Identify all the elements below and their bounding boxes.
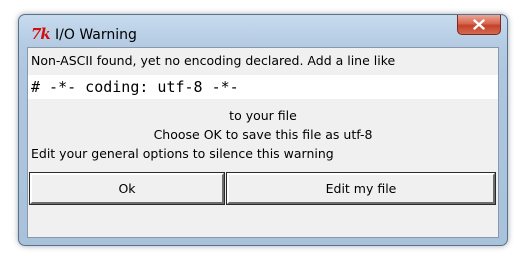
message-line-4: Edit your general options to silence thi… [31,146,334,161]
message-line-2: to your file [229,108,297,123]
message-line-3: Choose OK to save this file as utf-8 [153,127,373,142]
edit-my-file-button[interactable]: Edit my file [226,172,496,205]
close-button[interactable] [457,15,501,35]
title-bar[interactable]: 7k I/O Warning [19,15,507,49]
close-icon [473,19,485,30]
dialog-body: Non-ASCII found, yet no encoding declare… [27,47,499,238]
tk-logo-icon: 7k [31,25,51,43]
io-warning-dialog: 7k I/O Warning Non-ASCII found, yet no e… [18,14,508,246]
message-line-1: Non-ASCII found, yet no encoding declare… [31,53,396,68]
window-title: I/O Warning [55,27,137,43]
ok-button[interactable]: Ok [29,172,225,205]
encoding-declaration-text: # -*- coding: utf-8 -*- [28,75,498,99]
